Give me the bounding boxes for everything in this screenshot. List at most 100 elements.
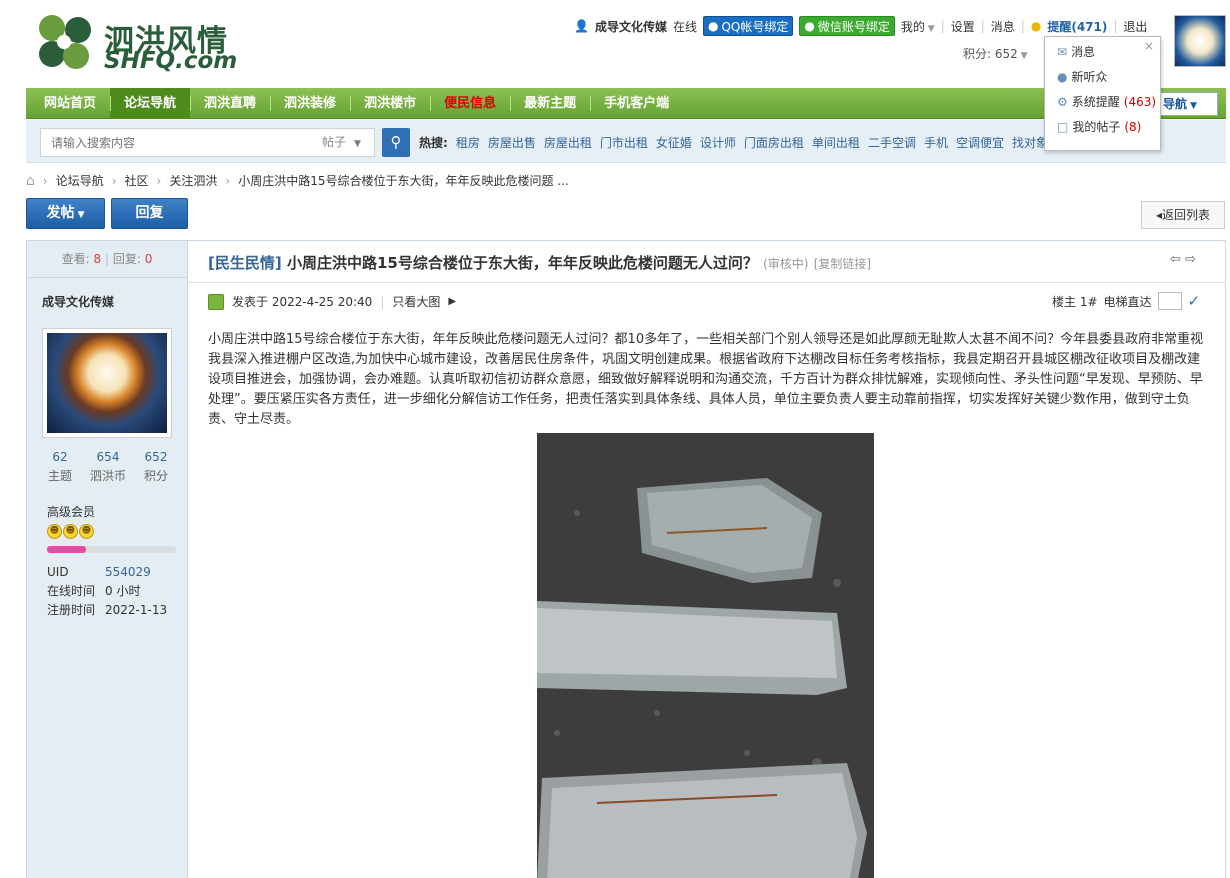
- hot-link[interactable]: 二手空调: [868, 134, 916, 151]
- online-time: 0 小时: [105, 584, 141, 598]
- hot-link[interactable]: 设计师: [700, 134, 736, 151]
- qq-bind-button[interactable]: ● QQ帐号绑定: [702, 16, 794, 36]
- chevron-down-icon: ▼: [1017, 51, 1028, 61]
- hot-link[interactable]: 手机: [924, 134, 948, 151]
- close-icon[interactable]: ×: [1144, 39, 1154, 53]
- hot-link[interactable]: 门面房出租: [744, 134, 804, 151]
- nav-item-convenience[interactable]: 便民信息: [430, 88, 510, 119]
- wechat-bind-button[interactable]: ● 微信账号绑定: [799, 16, 895, 36]
- back-to-list-button[interactable]: ◂返回列表: [1141, 201, 1225, 229]
- post-image[interactable]: [537, 433, 874, 878]
- chevron-down-icon: ▼: [924, 23, 935, 34]
- hot-link[interactable]: 女征婚: [656, 134, 692, 151]
- copy-link[interactable]: [复制链接]: [814, 257, 871, 271]
- online-status: 在线: [672, 19, 697, 34]
- only-pic-link[interactable]: 只看大图: [392, 293, 440, 310]
- stat-value[interactable]: 654: [88, 450, 128, 464]
- breadcrumb-item[interactable]: 关注泗洪: [169, 172, 217, 189]
- header-avatar[interactable]: [1174, 15, 1226, 67]
- messages-link[interactable]: 消息: [991, 18, 1015, 35]
- hot-link[interactable]: 空调便宜: [956, 134, 1004, 151]
- chevron-right-icon: ›: [225, 173, 231, 188]
- points-menu[interactable]: 积分: 652 ▼: [963, 45, 1028, 62]
- home-icon[interactable]: ⌂: [26, 173, 35, 189]
- envelope-icon: ✉: [1057, 44, 1068, 59]
- register-date: 2022-1-13: [105, 603, 168, 617]
- post-date: 发表于 2022-4-25 20:40: [232, 295, 373, 309]
- popup-item-system[interactable]: ⚙ 系统提醒 (463): [1045, 89, 1160, 114]
- uid-value[interactable]: 554029: [105, 565, 151, 579]
- divider: [188, 282, 1226, 283]
- search-button[interactable]: ⚲: [382, 128, 410, 157]
- bulb-icon: ●: [1030, 19, 1042, 33]
- nav-item-jobs[interactable]: 泗洪直聘: [190, 88, 270, 119]
- nav-item-decoration[interactable]: 泗洪装修: [270, 88, 350, 119]
- go-icon[interactable]: ✓: [1188, 292, 1201, 310]
- stat-label: 泗洪币: [89, 469, 126, 483]
- search-icon: ⚲: [390, 133, 402, 151]
- hot-link[interactable]: 房屋出租: [544, 134, 592, 151]
- search-type-select[interactable]: 帖子 ▼: [313, 128, 375, 157]
- user-icon: ●: [1057, 69, 1068, 84]
- chevron-down-icon: ▼: [354, 139, 361, 149]
- stat-value[interactable]: 62: [40, 450, 80, 464]
- smiley-icon: ☻: [63, 524, 78, 539]
- chevron-right-icon: ›: [156, 173, 162, 188]
- search-input[interactable]: [40, 128, 314, 157]
- prev-thread-icon[interactable]: ⇦: [1170, 252, 1181, 267]
- popup-item-messages[interactable]: ✉ 消息: [1045, 39, 1160, 64]
- hot-search-label: 热搜:: [419, 136, 448, 150]
- mine-menu[interactable]: 我的 ▼: [901, 18, 935, 35]
- stat-label: 积分: [143, 469, 168, 483]
- chevron-right-icon: ›: [111, 173, 117, 188]
- site-logo[interactable]: [30, 8, 100, 76]
- user-icon: 👤: [574, 19, 589, 33]
- author-name[interactable]: 成导文化传媒: [42, 293, 114, 310]
- next-thread-icon[interactable]: ⇨: [1185, 252, 1196, 267]
- review-status: (审核中): [763, 257, 809, 271]
- author-avatar[interactable]: [42, 328, 172, 438]
- new-post-button[interactable]: 发帖 ▼: [26, 198, 105, 229]
- quick-nav-button[interactable]: 导航 ▼: [1160, 92, 1218, 116]
- popup-item-my-posts[interactable]: □ 我的帖子 (8): [1045, 114, 1160, 139]
- popup-item-followers[interactable]: ● 新听众: [1045, 64, 1160, 89]
- replies-count: 0: [144, 252, 153, 266]
- chevron-down-icon: ▼: [1187, 101, 1198, 111]
- stat-value[interactable]: 652: [136, 450, 176, 464]
- logout-link[interactable]: 退出: [1123, 18, 1147, 35]
- hot-link[interactable]: 租房: [456, 134, 480, 151]
- stat-label: 主题: [47, 469, 72, 483]
- hot-link[interactable]: 单间出租: [812, 134, 860, 151]
- nav-item-mobile[interactable]: 手机客户端: [590, 88, 683, 119]
- username-link[interactable]: 成导文化传媒: [595, 18, 667, 35]
- thread-category[interactable]: [民生民情]: [208, 254, 282, 272]
- nav-item-realestate[interactable]: 泗洪楼市: [350, 88, 430, 119]
- qq-icon: ●: [707, 19, 719, 33]
- breadcrumb-item[interactable]: 论坛导航: [56, 172, 104, 189]
- breadcrumb-item[interactable]: 小周庄洪中路15号综合楼位于东大街，年年反映此危楼问题 ...: [238, 172, 569, 189]
- settings-link[interactable]: 设置: [951, 18, 975, 35]
- smiley-icon: ☻: [47, 524, 62, 539]
- post-meta: 发表于 2022-4-25 20:40 | 只看大图 ▶: [208, 293, 456, 310]
- member-level[interactable]: 高级会员: [47, 503, 95, 520]
- floor-tools: 楼主 1# 电梯直达 ✓: [1052, 292, 1200, 310]
- reply-button[interactable]: 回复: [111, 198, 188, 229]
- post-body: 小周庄洪中路15号综合楼位于东大街，年年反映此危楼问题无人过问？都10多年了，一…: [208, 332, 1204, 427]
- chevron-right-icon: ›: [42, 173, 48, 188]
- nav-item-forum[interactable]: 论坛导航: [110, 88, 191, 119]
- hot-link[interactable]: 房屋出售: [488, 134, 536, 151]
- floor-input[interactable]: [1157, 292, 1182, 310]
- nav-item-home[interactable]: 网站首页: [30, 88, 110, 119]
- chevron-down-icon: ▼: [74, 210, 85, 220]
- breadcrumb-item[interactable]: 社区: [125, 172, 149, 189]
- hot-link[interactable]: 找对象: [1012, 134, 1048, 151]
- remind-link[interactable]: 提醒(471): [1047, 18, 1107, 35]
- user-toolbar: 👤 成导文化传媒 在线 ● QQ帐号绑定 ● 微信账号绑定 我的 ▼ | 设置 | …: [574, 14, 1147, 38]
- thread-title-text: 小周庄洪中路15号综合楼位于东大街，年年反映此危楼问题无人过问？: [286, 254, 758, 272]
- hot-link[interactable]: 门市出租: [600, 134, 648, 151]
- nav-item-latest[interactable]: 最新主题: [510, 88, 590, 119]
- divider: |: [1020, 19, 1025, 33]
- elevator-label: 电梯直达: [1103, 294, 1152, 309]
- author-info: UID 554029 在线时间 0 小时 注册时间 2022-1-13: [47, 565, 168, 617]
- breadcrumb: ⌂ › 论坛导航 › 社区 › 关注泗洪 › 小周庄洪中路15号综合楼位于东大街…: [26, 172, 569, 189]
